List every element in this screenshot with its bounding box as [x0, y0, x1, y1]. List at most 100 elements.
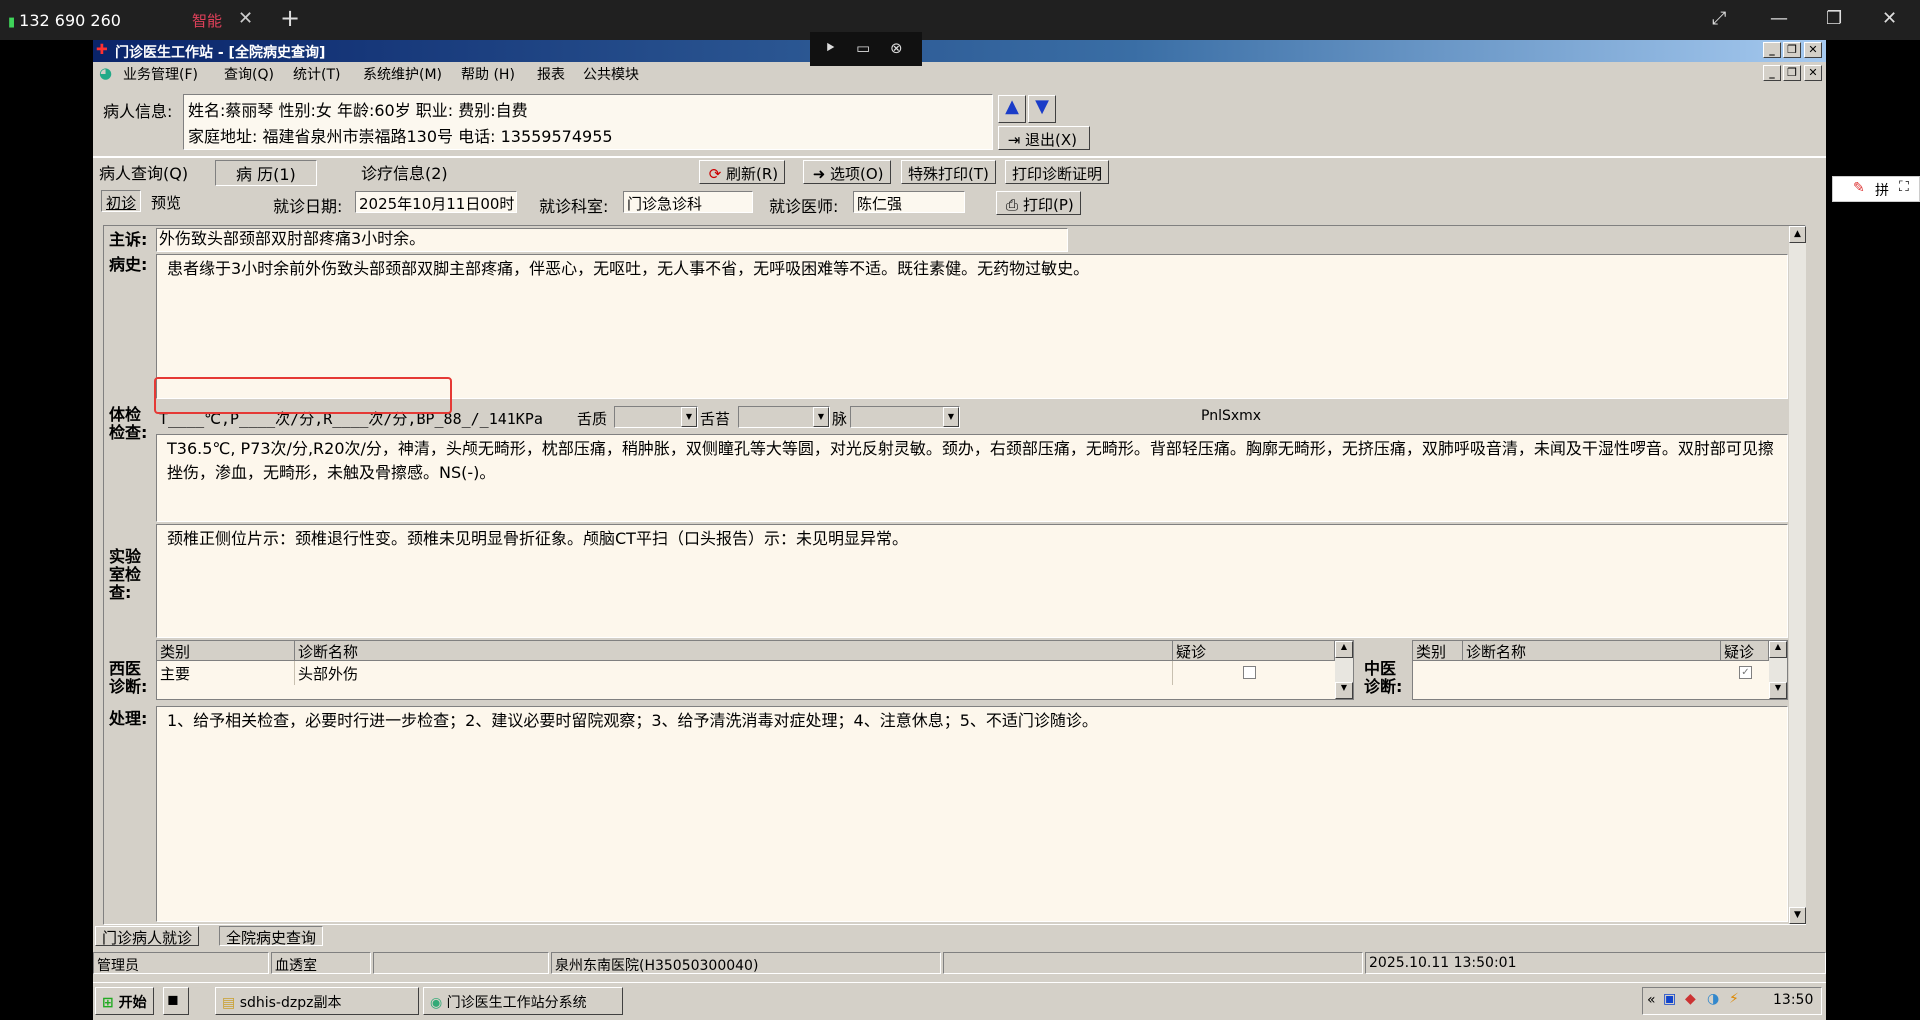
refresh-button[interactable]: ⟳ 刷新(R)	[699, 160, 786, 184]
tab-record[interactable]: 病 历(1)	[215, 160, 317, 186]
suspected-checkbox[interactable]	[1243, 666, 1256, 679]
options-button[interactable]: ➜ 选项(O)	[803, 160, 891, 184]
close-icon[interactable]: ⊗	[890, 39, 903, 57]
minimize-button[interactable]: —	[1770, 8, 1788, 29]
menu-query[interactable]: 查询(Q)	[224, 64, 274, 84]
patient-info-label: 病人信息:	[103, 102, 173, 121]
tab-treatment-info[interactable]: 诊疗信息(2)	[361, 160, 448, 184]
form-scrollbar[interactable]: ▲ ▼	[1789, 226, 1806, 924]
close-tab-icon[interactable]: ✕	[238, 8, 253, 29]
fullscreen-icon[interactable]: ⛶	[1899, 179, 1909, 195]
exit-button[interactable]: ⇥ 退出(X)	[998, 126, 1090, 150]
ime-tray-icon[interactable]: ◆	[1685, 991, 1696, 1007]
preview-tab[interactable]: 预览	[151, 192, 181, 213]
options-icon: ➜	[812, 165, 826, 183]
column-header: 诊断名称	[1463, 641, 1721, 661]
exit-icon: ⇥	[1007, 131, 1021, 149]
tab-patient-query[interactable]: 病人查询(Q)	[99, 160, 188, 184]
scroll-down-icon[interactable]: ▼	[1769, 682, 1787, 699]
window-close-button[interactable]: ✕	[1804, 42, 1822, 58]
screen-icon[interactable]: ▭	[856, 39, 870, 57]
scroll-up-icon[interactable]: ▲	[1335, 641, 1353, 658]
column-header: 疑诊	[1173, 641, 1335, 661]
child-close-button[interactable]: ✕	[1804, 65, 1822, 81]
scroll-down-icon[interactable]: ▼	[1789, 907, 1806, 924]
close-button[interactable]: ✕	[1882, 8, 1897, 29]
tab-history-query[interactable]: 全院病史查询	[219, 926, 324, 947]
status-bar: 管理员 血透室 泉州东南医院(H35050300040) 2025.10.11 …	[93, 952, 1826, 974]
menu-system[interactable]: 系统维护(M)	[363, 64, 442, 84]
status-datetime: 2025.10.11 13:50:01	[1365, 952, 1826, 974]
diagnosis-type: 主要	[157, 661, 295, 685]
next-patient-button[interactable]: ▼	[1028, 95, 1056, 123]
lab-field[interactable]: 颈椎正侧位片示：颈椎退行性变。颈椎未见明显骨折征象。颅脑CT平扫（口头报告）示：…	[156, 524, 1788, 638]
app-window: ✚ 门诊医生工作站 - [全院病史查询] _ ❐ ✕ ◕ 业务管理(F) 查询(…	[93, 32, 1826, 1020]
status-dept: 血透室	[271, 952, 371, 974]
pin-icon[interactable]: ⯈	[824, 39, 836, 57]
tongue-select[interactable]: ▼	[614, 406, 698, 428]
menu-bar: ◕ 业务管理(F) 查询(Q) 统计(T) 系统维护(M) 帮助 (H) 报表 …	[93, 63, 1826, 83]
treatment-field[interactable]: 1、给予相关检查，必要时行进一步检查；2、建议必要时留院观察；3、给予清洗消毒对…	[156, 706, 1788, 922]
table-row[interactable]: 主要 头部外伤	[157, 661, 1335, 685]
window-restore-button[interactable]: ❐	[1783, 42, 1801, 58]
exam-field[interactable]: T36.5℃, P73次/分,R20次/分，神清，头颅无畸形，枕部压痛，稍肿胀，…	[156, 434, 1788, 522]
taskbar-item-folder[interactable]: ▤ sdhis-dzpz副本	[215, 987, 419, 1015]
visit-date-field[interactable]: 2025年10月11日00时	[355, 191, 517, 213]
menu-stats[interactable]: 统计(T)	[293, 64, 340, 84]
ime-toolbar[interactable]: ✎ 拼 ⛶	[1832, 176, 1920, 202]
column-header: 诊断名称	[295, 641, 1173, 661]
scroll-down-icon[interactable]: ▼	[1335, 682, 1353, 699]
tab-outpatient-visit[interactable]: 门诊病人就诊	[95, 926, 200, 947]
print-certificate-button[interactable]: 打印诊断证明	[1005, 160, 1110, 184]
complaint-field[interactable]: 外伤致头部颈部双肘部疼痛3小时余。	[156, 228, 1068, 252]
scroll-up-icon[interactable]: ▲	[1789, 226, 1806, 243]
scroll-up-icon[interactable]: ▲	[1769, 641, 1787, 658]
taskbar: ⊞ 开始 ◼ ▤ sdhis-dzpz副本 ◉ 门诊医生工作站分系统 « ▣ ◆…	[93, 982, 1826, 1020]
lab-label: 实验室检查:	[109, 547, 142, 602]
menu-public[interactable]: 公共模块	[583, 64, 639, 84]
tab-divider	[93, 156, 1826, 158]
column-header: 疑诊	[1721, 641, 1769, 661]
pulse-select[interactable]: ▼	[850, 406, 960, 428]
table-scrollbar[interactable]: ▲ ▼	[1335, 641, 1353, 699]
taskbar-item-app[interactable]: ◉ 门诊医生工作站分系统	[423, 987, 623, 1015]
first-visit-tab[interactable]: 初诊	[101, 190, 142, 212]
visit-doctor-field[interactable]: 陈仁强	[853, 191, 965, 213]
expand-icon[interactable]: ⤢	[1712, 8, 1726, 29]
network-icon[interactable]: ▣	[1663, 991, 1676, 1007]
chevron-down-icon: ▼	[943, 407, 959, 427]
power-icon[interactable]: ⚡	[1729, 991, 1739, 1007]
menu-help[interactable]: 帮助 (H)	[461, 64, 515, 84]
column-header: 类别	[157, 641, 295, 661]
special-print-button[interactable]: 特殊打印(T)	[901, 160, 996, 184]
suspected-checkbox[interactable]: ✓	[1739, 666, 1752, 679]
child-minimize-button[interactable]: _	[1763, 65, 1781, 81]
restore-button[interactable]: ❐	[1826, 8, 1842, 29]
quick-launch-icon[interactable]: ◼	[163, 987, 189, 1015]
visit-dept-field[interactable]: 门诊急诊科	[623, 191, 753, 213]
print-button[interactable]: ⎙ 打印(P)	[996, 191, 1081, 215]
connection-id: ▮ 132 690 260	[8, 11, 121, 30]
new-tab-button[interactable]: +	[280, 4, 300, 32]
tray-chevron-icon[interactable]: «	[1647, 992, 1656, 1008]
tcm-diagnosis-label: 中医诊断:	[1364, 659, 1403, 696]
window-minimize-button[interactable]: _	[1763, 42, 1781, 58]
visit-doctor-label: 就诊医师:	[769, 197, 839, 216]
tcm-diagnosis-table: 类别 诊断名称 疑诊 ✓ ▲ ▼	[1412, 640, 1788, 700]
status-empty	[373, 952, 549, 974]
menu-report[interactable]: 报表	[537, 64, 565, 84]
ime-lang[interactable]: 拼	[1875, 180, 1889, 200]
menu-business[interactable]: 业务管理(F)	[123, 64, 198, 84]
prev-patient-button[interactable]: ▲	[998, 95, 1026, 123]
update-icon[interactable]: ◑	[1707, 991, 1719, 1007]
child-restore-button[interactable]: ❐	[1783, 65, 1801, 81]
status-empty	[943, 952, 1363, 974]
pnl-label: PnlSxmx	[1201, 408, 1262, 424]
coating-select[interactable]: ▼	[738, 406, 830, 428]
table-scrollbar[interactable]: ▲ ▼	[1769, 641, 1787, 699]
patient-line-2: 家庭地址: 福建省泉州市崇福路130号 电话: 13559574955	[188, 127, 613, 146]
remote-tab[interactable]: 智能	[192, 10, 222, 31]
coating-label: 舌苔	[700, 410, 731, 428]
folder-icon: ▤	[222, 995, 236, 1011]
start-button[interactable]: ⊞ 开始	[95, 987, 154, 1015]
